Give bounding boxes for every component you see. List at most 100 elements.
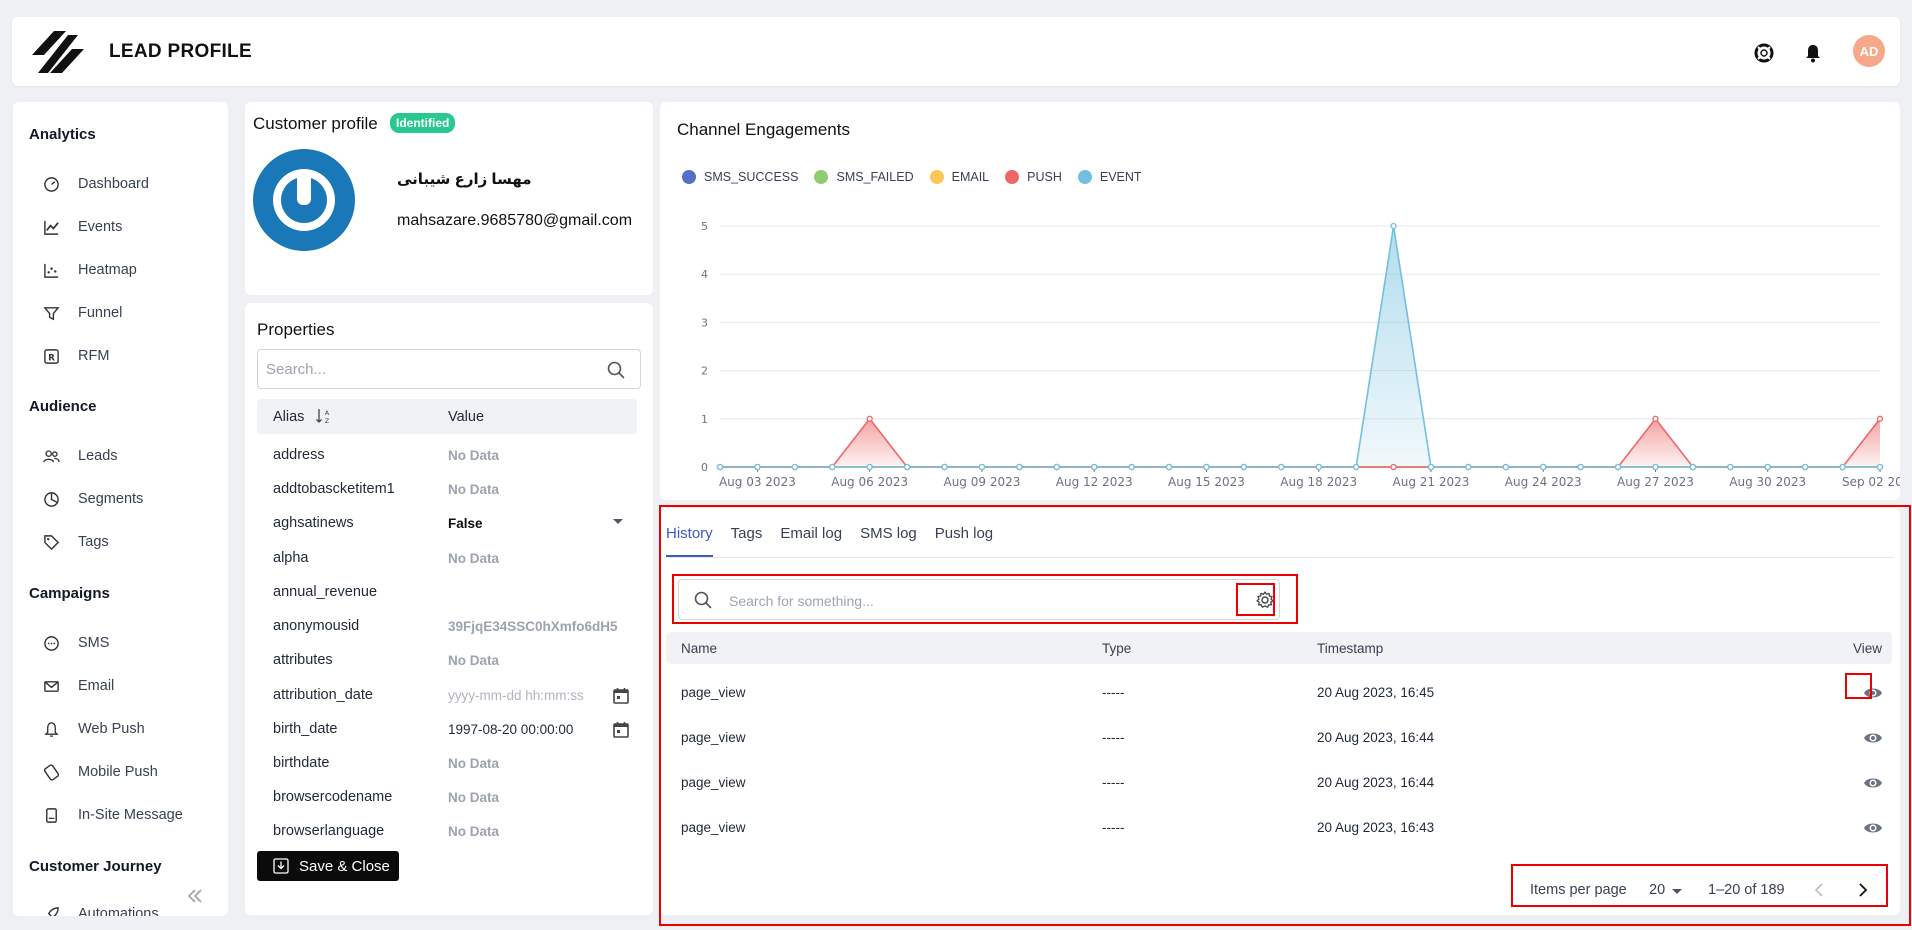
eye-icon[interactable] bbox=[1863, 683, 1883, 703]
sidebar-item-rfm[interactable]: R RFM bbox=[43, 341, 213, 371]
property-row: attribution_date yyyy-mm-dd hh:mm:ss bbox=[257, 679, 641, 713]
data-point bbox=[1839, 463, 1846, 471]
sidebar-item-web-push[interactable]: Web Push bbox=[43, 714, 213, 744]
bell-icon[interactable] bbox=[1802, 42, 1824, 64]
tab-email-log[interactable]: Email log bbox=[780, 521, 842, 557]
support-icon[interactable] bbox=[1753, 42, 1775, 64]
view-column-header: View bbox=[1853, 641, 1883, 656]
calendar-icon[interactable] bbox=[611, 686, 631, 706]
property-row: browsercodename No Data bbox=[273, 789, 500, 805]
gear-icon[interactable] bbox=[1255, 590, 1275, 610]
sidebar-item-label: Web Push bbox=[78, 721, 145, 737]
tab-tags[interactable]: Tags bbox=[731, 521, 763, 557]
chevron-right-icon[interactable] bbox=[1853, 881, 1871, 899]
sidebar-item-tags[interactable]: Tags bbox=[43, 527, 213, 557]
y-tick-label: 4 bbox=[701, 268, 708, 281]
save-close-button[interactable]: Save & Close bbox=[257, 851, 399, 881]
data-point bbox=[1652, 463, 1659, 471]
tab-history[interactable]: History bbox=[666, 521, 713, 557]
data-point bbox=[1689, 463, 1697, 471]
scatter-icon bbox=[44, 263, 59, 278]
y-tick-label: 3 bbox=[701, 316, 708, 329]
table-row: page_view ----- 20 Aug 2023, 16:44 bbox=[666, 715, 1892, 760]
sidebar-item-label: Email bbox=[78, 678, 115, 694]
x-tick-label: Sep 02 2023 bbox=[1842, 475, 1900, 489]
sidebar-item-dashboard[interactable]: Dashboard bbox=[43, 169, 213, 199]
x-tick-label: Aug 03 2023 bbox=[719, 475, 796, 489]
pagination: Items per page 20 1–20 of 189 bbox=[1530, 873, 1890, 907]
properties-table-header: Alias AZ Value bbox=[257, 399, 637, 434]
history-panel: History Tags Email log SMS log Push log … bbox=[660, 508, 1900, 915]
property-row: address No Data bbox=[273, 447, 500, 463]
sidebar-item-sms[interactable]: SMS bbox=[43, 628, 213, 658]
data-point bbox=[866, 415, 873, 422]
sidebar-item-in-site-message[interactable]: In-Site Message bbox=[43, 800, 213, 830]
funnel-icon bbox=[43, 306, 60, 320]
dropdown-caret-icon[interactable] bbox=[613, 519, 623, 524]
sidebar-item-label: Funnel bbox=[78, 305, 123, 321]
sidebar: Analytics Dashboard Events Heatmap Funne… bbox=[13, 102, 228, 916]
sidebar-item-funnel[interactable]: Funnel bbox=[43, 298, 213, 328]
history-tabs: History Tags Email log SMS log Push log bbox=[666, 521, 1011, 557]
x-tick-label: Aug 21 2023 bbox=[1393, 475, 1470, 489]
logo-icon[interactable] bbox=[30, 27, 86, 77]
sidebar-item-label: Mobile Push bbox=[78, 764, 158, 780]
alias-column-header[interactable]: Alias bbox=[273, 409, 304, 425]
sidebar-item-email[interactable]: Email bbox=[43, 671, 213, 701]
y-tick-label: 0 bbox=[701, 461, 708, 474]
property-row: birthdate No Data bbox=[273, 755, 500, 771]
items-per-page-label: Items per page bbox=[1530, 882, 1627, 898]
sidebar-item-events[interactable]: Events bbox=[43, 212, 213, 242]
eye-icon[interactable] bbox=[1863, 818, 1883, 838]
search-icon[interactable] bbox=[606, 360, 626, 380]
collapse-sidebar-icon[interactable] bbox=[184, 885, 206, 907]
x-tick-label: Aug 15 2023 bbox=[1168, 475, 1245, 489]
series-line-event bbox=[720, 225, 1880, 468]
data-point bbox=[1091, 463, 1098, 471]
data-point bbox=[903, 463, 911, 471]
identified-badge: Identified bbox=[390, 113, 456, 133]
sidebar-item-label: In-Site Message bbox=[78, 807, 183, 823]
property-row: birth_date 1997-08-20 00:00:00 bbox=[257, 713, 641, 747]
items-per-page-select[interactable]: 20 bbox=[1649, 882, 1665, 898]
properties-title: Properties bbox=[257, 320, 335, 339]
profile-avatar bbox=[253, 149, 355, 251]
sidebar-item-segments[interactable]: Segments bbox=[43, 484, 213, 514]
property-row: annual_revenue bbox=[273, 584, 378, 600]
sidebar-item-leads[interactable]: Leads bbox=[43, 441, 213, 471]
eye-icon[interactable] bbox=[1863, 728, 1883, 748]
data-point bbox=[1727, 463, 1734, 471]
tab-sms-log[interactable]: SMS log bbox=[860, 521, 917, 557]
x-tick-label: Aug 30 2023 bbox=[1729, 475, 1806, 489]
x-tick-label: Aug 27 2023 bbox=[1617, 475, 1694, 489]
data-point bbox=[1128, 463, 1135, 471]
search-icon bbox=[694, 591, 712, 609]
calendar-icon[interactable] bbox=[611, 720, 631, 740]
history-search-input[interactable] bbox=[729, 591, 1209, 611]
y-tick-label: 1 bbox=[701, 413, 708, 426]
data-point bbox=[1427, 463, 1435, 471]
tab-push-log[interactable]: Push log bbox=[935, 521, 993, 557]
chevron-left-icon[interactable] bbox=[1811, 881, 1829, 899]
channel-engagements-card: Channel Engagements SMS_SUCCESS SMS_FAIL… bbox=[660, 102, 1900, 500]
x-tick-label: Aug 12 2023 bbox=[1056, 475, 1133, 489]
per-page-caret-icon[interactable] bbox=[1672, 889, 1682, 894]
sidebar-item-label: Heatmap bbox=[78, 262, 137, 278]
mail-icon bbox=[44, 680, 59, 692]
data-point bbox=[1390, 222, 1397, 230]
sidebar-section-analytics: Analytics bbox=[29, 126, 96, 143]
mobile-push-icon bbox=[43, 763, 60, 781]
eye-icon[interactable] bbox=[1863, 773, 1883, 793]
properties-search-input[interactable] bbox=[266, 359, 586, 379]
data-point bbox=[1203, 463, 1210, 471]
sidebar-item-mobile-push[interactable]: Mobile Push bbox=[43, 757, 213, 787]
sort-az-icon[interactable]: AZ bbox=[315, 407, 333, 425]
user-avatar[interactable]: AD bbox=[1853, 35, 1885, 67]
data-point bbox=[978, 463, 986, 471]
save-icon bbox=[273, 858, 289, 874]
message-icon bbox=[46, 807, 57, 823]
sidebar-item-heatmap[interactable]: Heatmap bbox=[43, 255, 213, 285]
history-search bbox=[678, 579, 1280, 620]
top-header: LEAD PROFILE bbox=[12, 17, 1900, 86]
sidebar-item-label: SMS bbox=[78, 635, 110, 651]
